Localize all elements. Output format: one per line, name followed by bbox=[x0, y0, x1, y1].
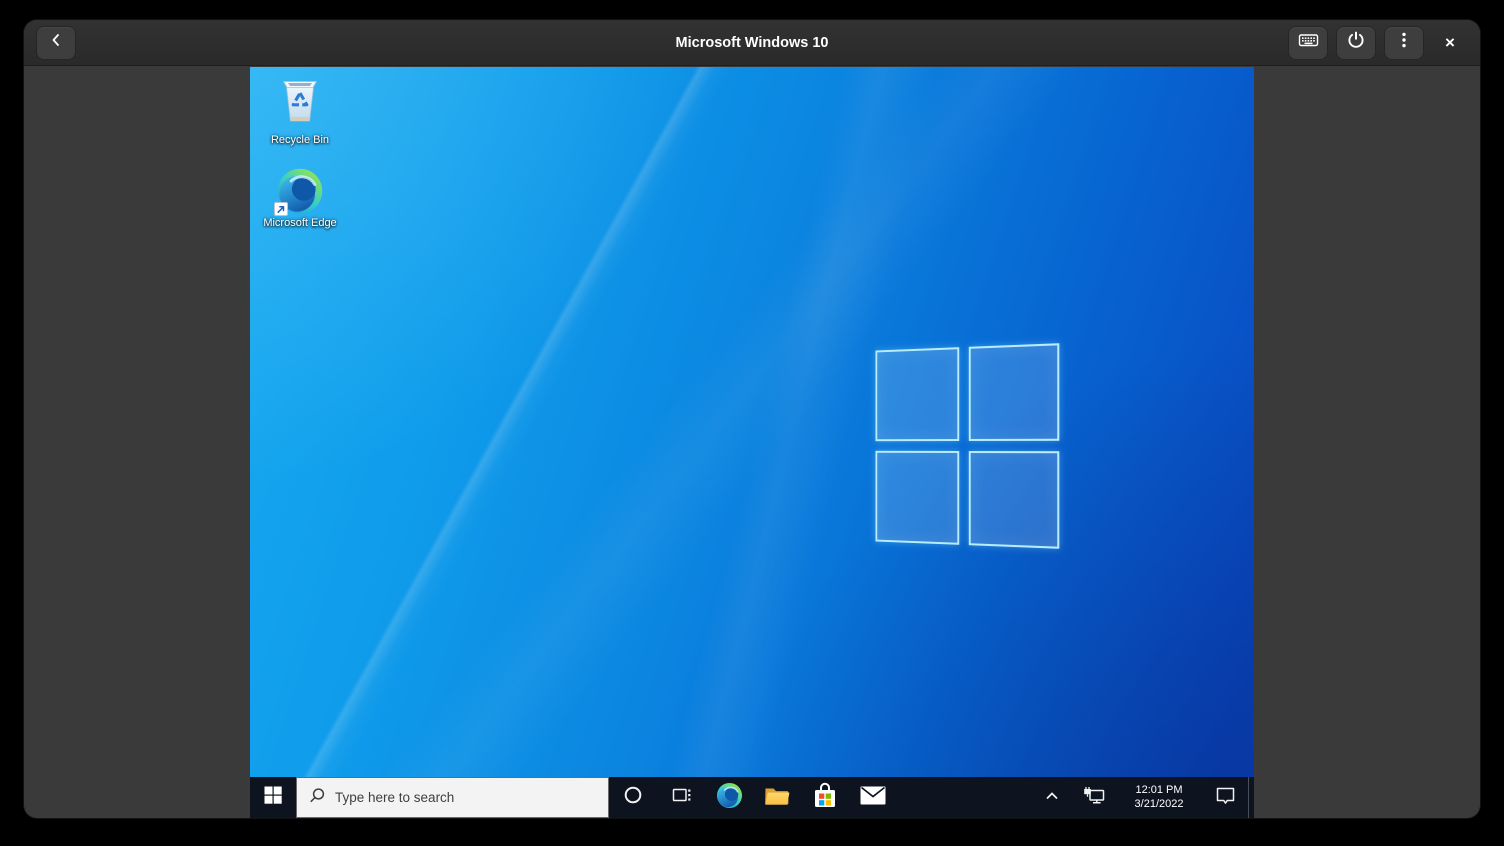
edge-desktop-icon[interactable]: Microsoft Edge bbox=[262, 167, 338, 230]
hidden-icons-chevron-button[interactable] bbox=[1032, 777, 1072, 818]
wallpaper-light-beams bbox=[250, 67, 1254, 818]
action-center-icon bbox=[1215, 786, 1236, 810]
chevron-up-icon bbox=[1043, 789, 1061, 807]
clock-time: 12:01 PM bbox=[1135, 784, 1182, 798]
menu-button[interactable] bbox=[1384, 26, 1424, 60]
keyboard-icon bbox=[1298, 30, 1319, 55]
search-icon bbox=[309, 787, 326, 809]
desktop-icon-label: Recycle Bin bbox=[271, 134, 329, 147]
edge-taskbar-button[interactable] bbox=[705, 777, 753, 818]
logo-pane bbox=[875, 347, 959, 441]
mail-icon bbox=[860, 786, 886, 810]
windows-start-icon bbox=[264, 786, 282, 809]
network-status-button[interactable] bbox=[1072, 777, 1116, 818]
file-explorer-button[interactable] bbox=[753, 777, 801, 818]
kebab-menu-icon bbox=[1395, 30, 1413, 55]
cortana-button[interactable] bbox=[609, 777, 657, 818]
task-view-icon bbox=[670, 785, 692, 810]
close-icon: × bbox=[1445, 33, 1455, 53]
power-actions-button[interactable] bbox=[1336, 26, 1376, 60]
task-view-button[interactable] bbox=[657, 777, 705, 818]
taskbar-search-box[interactable] bbox=[296, 777, 609, 818]
taskbar-empty-area bbox=[897, 777, 1032, 818]
vm-viewer-window: Microsoft Windows 10 bbox=[24, 20, 1480, 818]
window-title: Microsoft Windows 10 bbox=[676, 35, 829, 51]
windows-taskbar: 12:01 PM 3/21/2022 bbox=[250, 777, 1254, 818]
back-button[interactable] bbox=[36, 26, 76, 60]
show-desktop-button[interactable] bbox=[1248, 777, 1254, 818]
network-icon bbox=[1083, 786, 1106, 810]
shortcut-arrow-icon bbox=[274, 202, 288, 216]
close-button[interactable]: × bbox=[1432, 26, 1468, 60]
mail-button[interactable] bbox=[849, 777, 897, 818]
search-input[interactable] bbox=[335, 790, 585, 805]
logo-pane bbox=[875, 451, 959, 545]
logo-pane bbox=[969, 343, 1060, 441]
logo-pane bbox=[969, 451, 1060, 549]
headerbar: Microsoft Windows 10 bbox=[24, 20, 1480, 66]
clock-date: 3/21/2022 bbox=[1135, 798, 1184, 812]
taskbar-clock[interactable]: 12:01 PM 3/21/2022 bbox=[1116, 777, 1202, 818]
microsoft-store-icon bbox=[813, 782, 837, 814]
action-center-button[interactable] bbox=[1202, 777, 1248, 818]
wallpaper-windows-logo bbox=[875, 343, 1059, 549]
cortana-icon bbox=[623, 785, 643, 810]
keyboard-shortcuts-button[interactable] bbox=[1288, 26, 1328, 60]
start-button[interactable] bbox=[250, 777, 296, 818]
vm-display[interactable]: Recycle Bin bbox=[250, 67, 1254, 818]
edge-icon bbox=[716, 782, 743, 814]
file-explorer-icon bbox=[764, 785, 790, 811]
recycle-bin-icon bbox=[276, 75, 324, 132]
recycle-bin-desktop-icon[interactable]: Recycle Bin bbox=[262, 75, 338, 147]
desktop-icons: Recycle Bin bbox=[262, 75, 338, 230]
back-icon bbox=[48, 32, 64, 53]
power-icon bbox=[1346, 30, 1366, 55]
microsoft-store-button[interactable] bbox=[801, 777, 849, 818]
